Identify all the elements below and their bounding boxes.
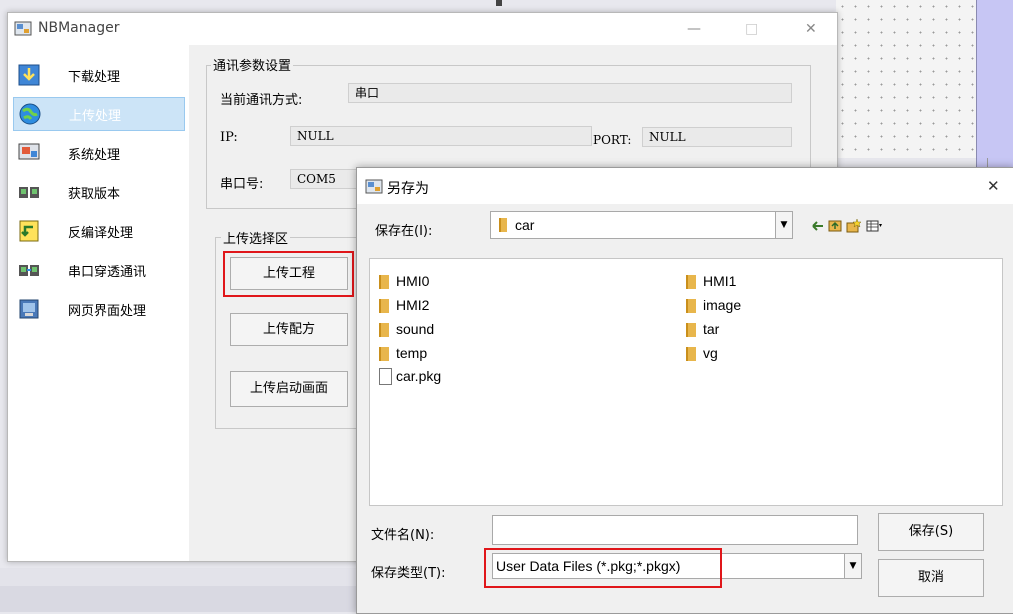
upload-area-label: 上传选择区 — [221, 228, 291, 247]
save-in-dropdown[interactable]: car ▼ — [490, 211, 793, 239]
chevron-down-icon[interactable]: ▼ — [844, 554, 861, 578]
dialog-app-icon — [365, 179, 383, 194]
sidebar-item-label: 反编译处理 — [68, 226, 134, 241]
sidebar-item-decompile[interactable]: 反编译处理 — [13, 215, 183, 247]
app-icon — [14, 21, 32, 36]
sidebar-item-label: 系统处理 — [68, 148, 121, 163]
folder-icon — [499, 218, 507, 232]
version-icon — [19, 187, 39, 198]
maximize-button[interactable]: □ — [745, 21, 758, 37]
upload-recipe-button[interactable]: 上传配方 — [230, 313, 348, 346]
upload-globe-icon — [19, 103, 41, 125]
save-in-value: car — [515, 217, 535, 233]
dialog-close-button[interactable]: ✕ — [987, 177, 1000, 195]
new-folder-icon[interactable] — [846, 218, 862, 233]
comm-mode-label: 当前通讯方式: — [220, 93, 303, 108]
window-title: NBManager — [38, 20, 120, 36]
sidebar-item-label: 串口穿透通讯 — [68, 265, 147, 280]
sidebar-item-system[interactable]: 系统处理 — [13, 137, 183, 169]
ip-label: IP: — [220, 130, 238, 145]
save-as-dialog: 另存为 ✕ 保存在(I): car ▼ HMI0 HMI2 sound temp… — [356, 167, 1013, 614]
port-field[interactable]: NULL — [642, 127, 792, 147]
sidebar-item-label: 获取版本 — [68, 187, 121, 202]
sidebar-item-label: 网页界面处理 — [68, 304, 147, 319]
view-menu-icon[interactable] — [866, 220, 882, 232]
port-label: PORT: — [593, 133, 632, 147]
close-button[interactable]: ✕ — [805, 21, 817, 37]
comm-settings-label: 通讯参数设置 — [211, 55, 294, 74]
sidebar: 下载处理 上传处理 系统处理 获取版本 反编译处理 串口穿透通讯 网页界面处理 — [8, 45, 189, 561]
folder-icon — [686, 347, 696, 361]
ip-field[interactable]: NULL — [290, 126, 592, 146]
upload-splash-screen-button[interactable]: 上传启动画面 — [230, 371, 348, 407]
sidebar-item-label: 上传处理 — [69, 109, 122, 124]
sidebar-item-version[interactable]: 获取版本 — [13, 176, 183, 208]
decompile-icon — [19, 220, 39, 242]
folder-icon — [686, 275, 696, 289]
filetype-label: 保存类型(T): — [371, 566, 446, 581]
dialog-toolbar — [812, 218, 882, 233]
serial-passthrough-icon — [19, 265, 39, 276]
background-status-strip — [0, 568, 360, 586]
filename-input[interactable] — [492, 515, 858, 545]
dialog-title: 另存为 — [387, 181, 429, 197]
folder-icon — [686, 299, 696, 313]
save-in-label: 保存在(I): — [375, 224, 433, 239]
designer-canvas-grid — [836, 0, 976, 158]
title-bar: NBManager — □ ✕ — [8, 13, 837, 45]
cancel-button[interactable]: 取消 — [878, 559, 984, 597]
filename-label: 文件名(N): — [371, 528, 435, 543]
serial-port-label: 串口号: — [220, 177, 264, 192]
sidebar-item-download[interactable]: 下载处理 — [13, 59, 183, 91]
minimize-button[interactable]: — — [687, 21, 701, 37]
background-panel — [976, 0, 1013, 170]
system-icon — [18, 143, 40, 160]
back-icon[interactable] — [812, 221, 823, 231]
serial-port-field[interactable]: COM5 — [290, 169, 360, 189]
folder-icon — [379, 347, 389, 361]
folder-icon — [379, 275, 389, 289]
web-page-icon — [19, 299, 39, 319]
comm-mode-field: 串口 — [348, 83, 792, 103]
sidebar-item-web-page[interactable]: 网页界面处理 — [13, 293, 183, 325]
file-list: HMI0 HMI2 sound temp car.pkg HMI1 image … — [369, 258, 1003, 506]
dialog-title-bar: 另存为 ✕ — [357, 168, 1013, 204]
chevron-down-icon[interactable]: ▼ — [775, 212, 792, 238]
sidebar-item-upload[interactable]: 上传处理 — [13, 97, 185, 131]
sidebar-item-label: 下载处理 — [68, 70, 121, 85]
file-icon — [379, 368, 392, 385]
up-folder-icon[interactable] — [828, 220, 842, 232]
highlight-box — [484, 548, 722, 588]
folder-icon — [379, 323, 389, 337]
folder-icon — [379, 299, 389, 313]
folder-icon — [686, 323, 696, 337]
background-toolbar-fragment — [496, 0, 616, 12]
download-icon — [18, 64, 40, 86]
save-button[interactable]: 保存(S) — [878, 513, 984, 551]
highlight-box — [223, 251, 354, 297]
sidebar-item-serial-passthrough[interactable]: 串口穿透通讯 — [13, 254, 183, 286]
